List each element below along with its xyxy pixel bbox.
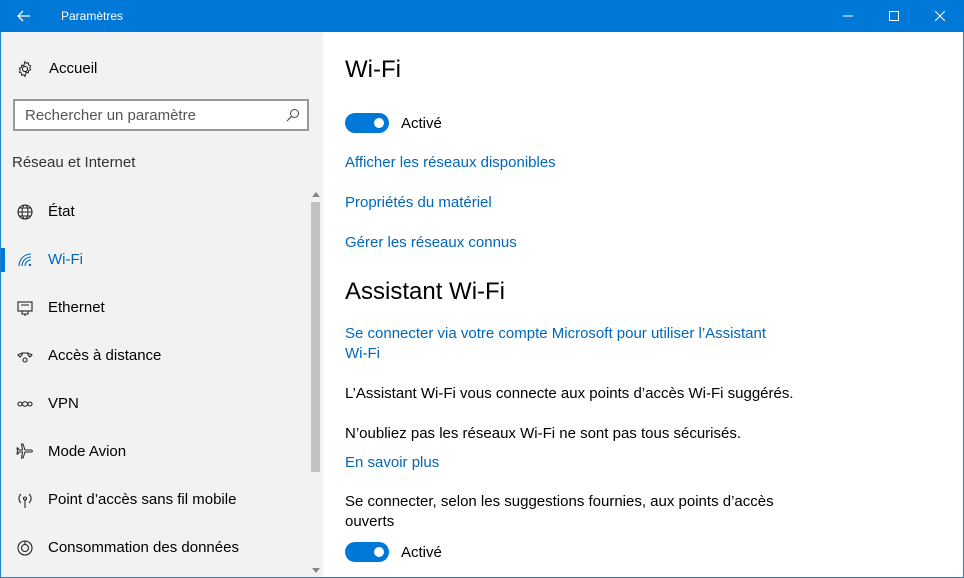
nav-list: État Wi-Fi Ethernet Accès à distance VPN… bbox=[1, 188, 311, 572]
maximize-button[interactable] bbox=[871, 0, 917, 32]
minimize-button[interactable] bbox=[825, 0, 871, 32]
scroll-down-icon[interactable] bbox=[310, 564, 322, 576]
show-networks-link[interactable]: Afficher les réseaux disponibles bbox=[345, 153, 556, 173]
sidebar-item-label: Consommation des données bbox=[48, 539, 239, 556]
sidebar-item-label: État bbox=[48, 203, 75, 220]
back-arrow-icon bbox=[17, 10, 30, 22]
vpn-icon bbox=[15, 394, 35, 414]
microsoft-account-link-line2: Wi-Fi bbox=[345, 345, 380, 362]
sidebar-item-label: Accès à distance bbox=[48, 347, 162, 364]
hardware-properties-link[interactable]: Propriétés du matériel bbox=[345, 193, 492, 213]
sidebar-item-wifi[interactable]: Wi-Fi bbox=[1, 236, 311, 284]
section-title: Réseau et Internet bbox=[12, 154, 136, 171]
open-hotspots-description: Se connecter, selon les suggestions four… bbox=[345, 492, 774, 532]
airplane-icon bbox=[15, 442, 35, 462]
open-hotspots-line2: ouverts bbox=[345, 513, 395, 530]
manage-known-networks-link[interactable]: Gérer les réseaux connus bbox=[345, 233, 517, 253]
window-title: Paramètres bbox=[61, 9, 124, 23]
sidebar-item-consommation[interactable]: Consommation des données bbox=[1, 524, 311, 572]
sidebar-item-etat[interactable]: État bbox=[1, 188, 311, 236]
close-button[interactable] bbox=[917, 0, 963, 32]
sidebar-item-acces-distance[interactable]: Accès à distance bbox=[1, 332, 311, 380]
title-bar: Paramètres bbox=[0, 0, 964, 32]
open-hotspots-line1: Se connecter, selon les suggestions four… bbox=[345, 493, 774, 510]
learn-more-link[interactable]: En savoir plus bbox=[345, 453, 439, 473]
ethernet-icon bbox=[15, 298, 35, 318]
minimize-icon bbox=[843, 15, 853, 17]
wifi-toggle[interactable] bbox=[345, 113, 389, 133]
gear-icon bbox=[15, 59, 35, 79]
sidebar-item-label: Mode Avion bbox=[48, 443, 127, 460]
dialup-icon bbox=[15, 346, 35, 366]
sidebar-item-ethernet[interactable]: Ethernet bbox=[1, 284, 311, 332]
search-box[interactable] bbox=[13, 99, 309, 131]
sidebar-scrollbar[interactable] bbox=[310, 188, 322, 576]
security-warning: N’oubliez pas les réseaux Wi-Fi ne sont … bbox=[345, 425, 742, 442]
open-hotspots-toggle-label: Activé bbox=[401, 544, 442, 561]
assistant-description: L’Assistant Wi-Fi vous connecte aux poin… bbox=[345, 385, 794, 402]
home-nav-item[interactable]: Accueil bbox=[1, 45, 323, 93]
search-input[interactable] bbox=[25, 101, 275, 129]
page-title: Wi-Fi bbox=[345, 56, 401, 83]
globe-icon bbox=[15, 202, 35, 222]
active-indicator bbox=[1, 248, 5, 272]
toggle-knob bbox=[374, 547, 384, 557]
toggle-knob bbox=[374, 118, 384, 128]
wifi-toggle-label: Activé bbox=[401, 115, 442, 132]
sidebar-item-label: Wi-Fi bbox=[48, 251, 83, 268]
scroll-up-icon[interactable] bbox=[310, 188, 322, 200]
microsoft-account-link-line1: Se connecter via votre compte Microsoft … bbox=[345, 325, 767, 342]
maximize-icon bbox=[889, 11, 899, 21]
sidebar-item-label: Ethernet bbox=[48, 299, 105, 316]
sidebar: Accueil Réseau et Internet État bbox=[1, 32, 323, 577]
wifi-icon bbox=[15, 250, 35, 270]
sidebar-item-vpn[interactable]: VPN bbox=[1, 380, 311, 428]
sidebar-item-mode-avion[interactable]: Mode Avion bbox=[1, 428, 311, 476]
hotspot-icon bbox=[15, 490, 35, 510]
data-usage-icon bbox=[15, 538, 35, 558]
scroll-thumb[interactable] bbox=[311, 202, 320, 472]
search-icon[interactable] bbox=[285, 107, 301, 123]
section-heading-assistant: Assistant Wi-Fi bbox=[345, 278, 506, 305]
sidebar-item-label: VPN bbox=[48, 395, 79, 412]
open-hotspots-toggle[interactable] bbox=[345, 542, 389, 562]
main-content: Wi-Fi Activé Afficher les réseaux dispon… bbox=[323, 32, 963, 577]
sidebar-item-label: Point d’accès sans fil mobile bbox=[48, 491, 237, 508]
sidebar-item-point-acces[interactable]: Point d’accès sans fil mobile bbox=[1, 476, 311, 524]
close-icon bbox=[935, 11, 945, 21]
back-button[interactable] bbox=[0, 0, 48, 32]
home-label: Accueil bbox=[49, 60, 98, 77]
microsoft-account-link[interactable]: Se connecter via votre compte Microsoft … bbox=[345, 324, 766, 364]
